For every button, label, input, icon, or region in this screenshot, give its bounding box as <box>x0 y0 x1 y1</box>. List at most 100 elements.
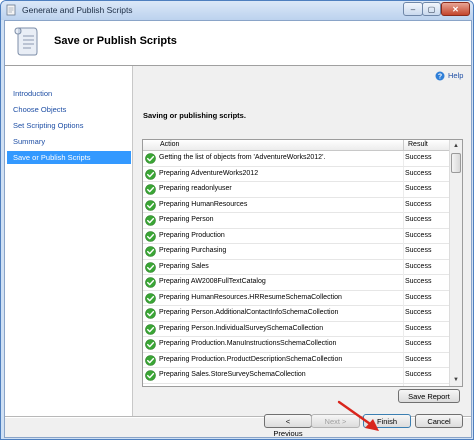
success-check-icon <box>145 323 156 335</box>
table-row[interactable]: Preparing Production.ManuInstructionsSch… <box>143 337 449 353</box>
row-action: Preparing Person.AdditionalContactInfoSc… <box>159 309 339 316</box>
row-result: Success <box>405 247 432 254</box>
success-check-icon <box>145 354 156 366</box>
row-action: Preparing Person.IndividualSurveySchemaC… <box>159 324 324 332</box>
row-result: Success <box>405 216 432 223</box>
help-icon: ? <box>435 71 445 81</box>
row-divider <box>403 151 404 166</box>
table-row[interactable]: Preparing Sales.StoreSurveySchemaCollect… <box>143 368 449 384</box>
close-button[interactable]: ✕ <box>441 2 470 16</box>
row-action: Preparing Purchasing <box>159 247 227 254</box>
success-check-icon <box>145 153 156 164</box>
row-action: Preparing Person <box>159 216 214 223</box>
previous-button[interactable]: < Previous <box>264 414 312 438</box>
row-divider <box>403 182 404 197</box>
maximize-button[interactable]: ▢ <box>422 2 441 16</box>
row-result: Success <box>405 154 432 161</box>
script-scroll-icon <box>14 27 38 56</box>
row-divider <box>403 352 404 368</box>
nav-item-introduction[interactable]: Introduction <box>7 87 131 100</box>
help-label: Help <box>448 71 464 80</box>
table-row[interactable]: Preparing Person.IndividualSurveySchemaC… <box>143 321 449 337</box>
row-result: Success <box>405 371 432 378</box>
results-grid[interactable]: Action Result Getting the list of object… <box>142 139 463 387</box>
cancel-button[interactable]: Cancel <box>415 414 463 428</box>
grid-body: Getting the list of objects from 'Advent… <box>143 151 449 386</box>
row-divider <box>403 244 404 259</box>
row-result: Success <box>405 231 432 239</box>
row-result: Success <box>405 340 432 347</box>
column-header-result[interactable]: Result <box>408 141 428 148</box>
wizard-nav: Introduction Choose Objects Set Scriptin… <box>5 66 133 416</box>
table-row[interactable]: Preparing Production Success <box>143 228 449 244</box>
row-action: Preparing HumanResources <box>159 200 248 208</box>
row-divider <box>403 228 404 244</box>
success-check-icon <box>145 308 156 319</box>
table-row[interactable]: Preparing Sales Success <box>143 259 449 275</box>
nav-item-choose-objects[interactable]: Choose Objects <box>7 103 131 116</box>
row-action: Preparing Production.ProductDescriptionS… <box>159 355 343 363</box>
row-divider <box>403 337 404 352</box>
table-row[interactable]: Preparing AW2008FullTextCatalog Success <box>143 275 449 291</box>
success-check-icon <box>145 277 156 288</box>
title-bar[interactable]: Generate and Publish Scripts – ▢ ✕ <box>1 1 473 20</box>
nav-item-save-or-publish-scripts[interactable]: Save or Publish Scripts <box>7 151 131 164</box>
row-action: Preparing AW2008FullTextCatalog <box>159 278 266 285</box>
row-divider <box>403 166 404 182</box>
main-panel: ? Help Saving or publishing scripts. Act… <box>133 66 471 416</box>
success-check-icon <box>145 168 156 180</box>
row-divider <box>403 275 404 290</box>
svg-text:?: ? <box>438 74 442 81</box>
table-row[interactable]: Preparing readonlyuser Success <box>143 182 449 198</box>
script-scroll-icon <box>6 4 16 16</box>
table-row[interactable]: Preparing dbo.AccountNumberSuccess <box>143 383 449 386</box>
wizard-window: Generate and Publish Scripts – ▢ ✕ Save … <box>0 0 474 440</box>
success-check-icon <box>145 199 156 211</box>
wizard-client: Save or Publish Scripts Introduction Cho… <box>4 20 472 438</box>
success-check-icon <box>145 215 156 226</box>
scroll-up-icon[interactable]: ▲ <box>450 140 462 152</box>
row-divider <box>403 321 404 337</box>
row-divider <box>403 213 404 228</box>
scroll-down-icon[interactable]: ▼ <box>450 374 462 386</box>
row-action: Preparing Sales.StoreSurveySchemaCollect… <box>159 371 306 378</box>
help-link[interactable]: ? Help <box>435 71 467 83</box>
save-report-button[interactable]: Save Report <box>398 389 460 403</box>
row-result: Success <box>405 324 432 332</box>
row-action: Preparing AdventureWorks2012 <box>159 169 259 177</box>
grid-header: Action Result <box>143 140 449 151</box>
page-header: Save or Publish Scripts <box>5 21 471 66</box>
row-result: Success <box>405 262 432 270</box>
row-result: Success <box>405 200 432 208</box>
table-row[interactable]: Preparing Person.AdditionalContactInfoSc… <box>143 306 449 322</box>
row-result: Success <box>405 355 432 363</box>
scroll-thumb[interactable] <box>451 153 461 173</box>
table-row[interactable]: Preparing Production.ProductDescriptionS… <box>143 352 449 368</box>
nav-item-summary[interactable]: Summary <box>7 135 131 148</box>
table-row[interactable]: Preparing HumanResources.HRResumeSchemaC… <box>143 290 449 306</box>
nav-item-set-scripting-options[interactable]: Set Scripting Options <box>7 119 131 132</box>
status-text: Saving or publishing scripts. <box>143 111 246 120</box>
vertical-scrollbar[interactable]: ▲ ▼ <box>449 140 462 386</box>
row-action: Preparing Sales <box>159 262 209 270</box>
row-result: Success <box>405 169 432 177</box>
table-row[interactable]: Getting the list of objects from 'Advent… <box>143 151 449 167</box>
row-result: Success <box>405 309 432 316</box>
table-row[interactable]: Preparing Purchasing Success <box>143 244 449 260</box>
minimize-button[interactable]: – <box>403 2 423 16</box>
column-divider <box>403 140 404 150</box>
success-check-icon <box>145 184 156 195</box>
row-result: Success <box>405 185 432 192</box>
row-action: Preparing Production <box>159 231 225 239</box>
row-action: Preparing HumanResources.HRResumeSchemaC… <box>159 293 342 301</box>
row-action: Preparing Production.ManuInstructionsSch… <box>159 340 337 347</box>
row-divider <box>403 197 404 213</box>
row-divider <box>403 368 404 383</box>
success-check-icon <box>145 292 156 304</box>
table-row[interactable]: Preparing HumanResources Success <box>143 197 449 213</box>
success-check-icon <box>145 246 156 257</box>
success-check-icon <box>145 385 156 386</box>
column-header-action[interactable]: Action <box>160 141 179 148</box>
table-row[interactable]: Preparing Person Success <box>143 213 449 229</box>
table-row[interactable]: Preparing AdventureWorks2012 Success <box>143 166 449 182</box>
